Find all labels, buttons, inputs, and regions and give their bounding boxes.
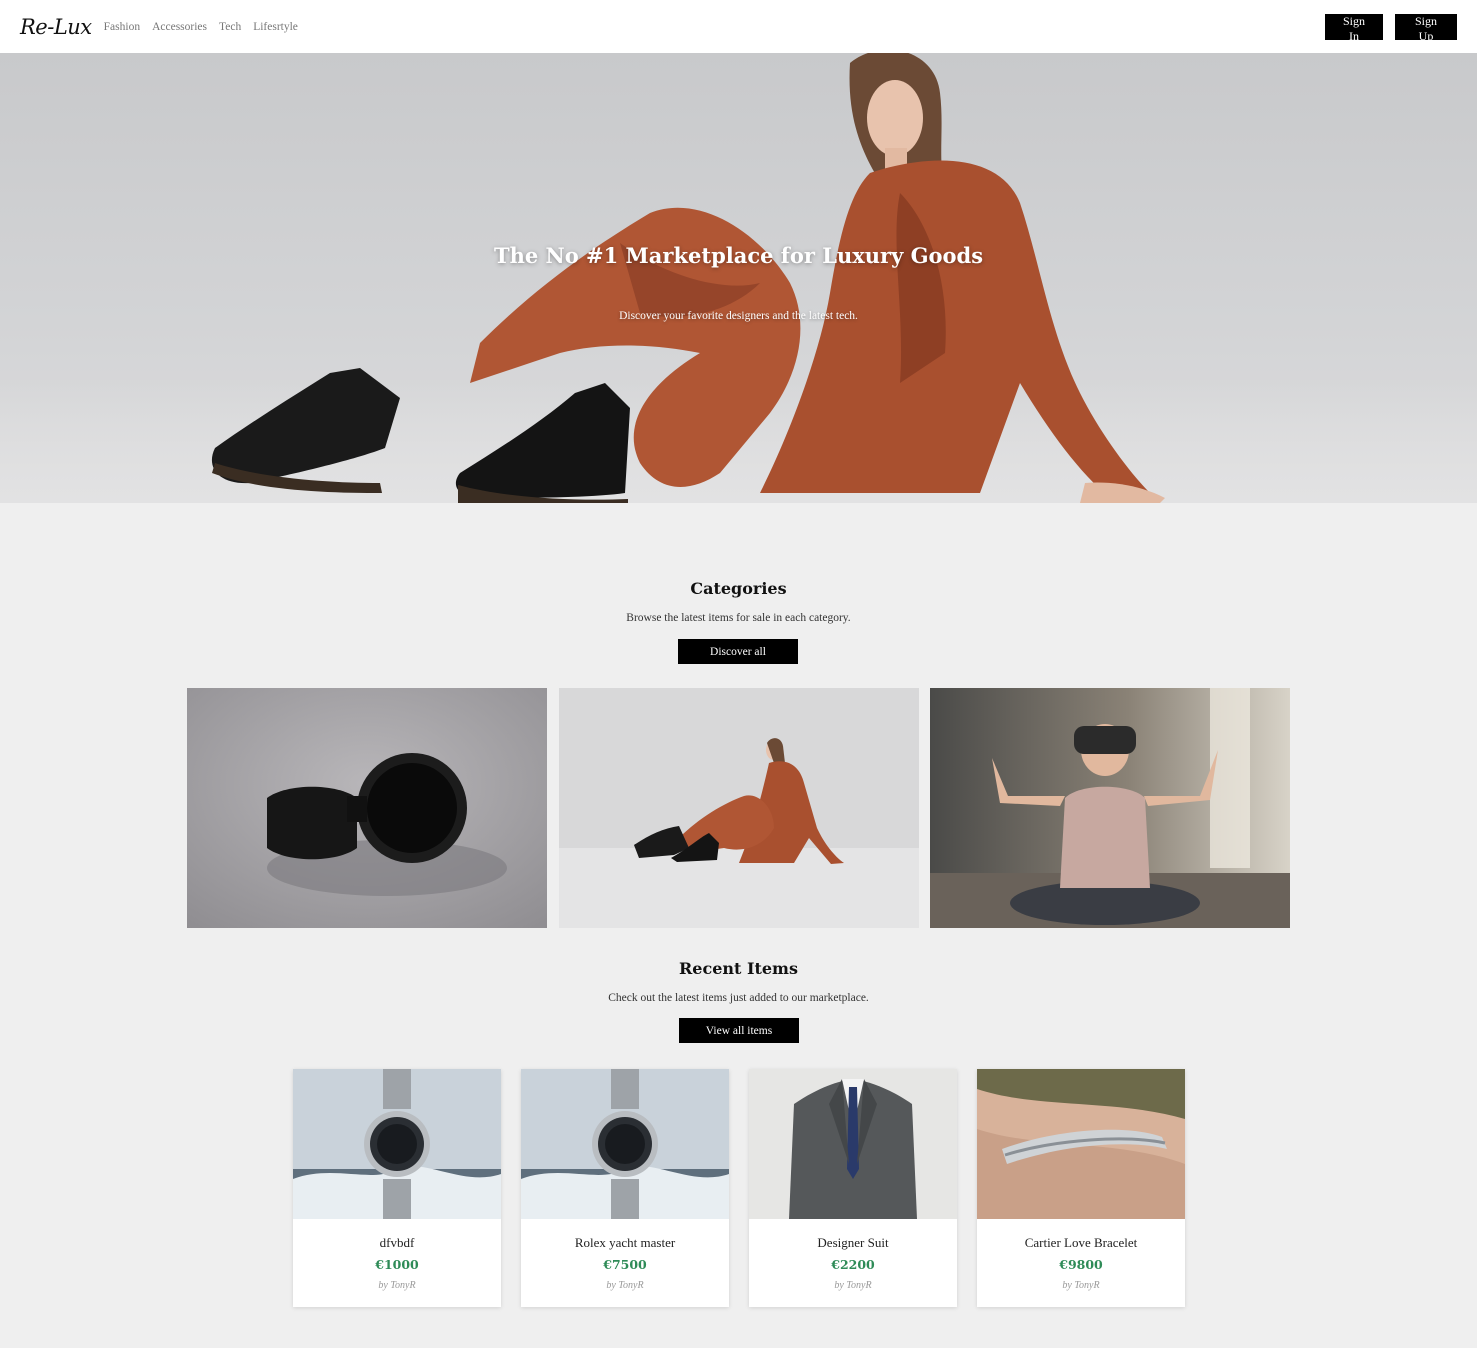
- category-tile-tech[interactable]: [930, 688, 1290, 928]
- product-price: €2200: [831, 1257, 875, 1272]
- categories-title: Categories: [690, 579, 787, 598]
- vr-headset-image: [930, 688, 1290, 928]
- product-name: dfvbdf: [379, 1235, 415, 1250]
- auth-buttons: Sign In Sign Up: [1325, 13, 1457, 43]
- sign-up-button[interactable]: Sign Up: [1395, 13, 1457, 43]
- product-card[interactable]: Designer Suit €2200 by TonyR: [749, 1069, 957, 1307]
- product-image: [749, 1069, 957, 1219]
- nav-link-fashion[interactable]: Fashion: [104, 21, 140, 33]
- hero-subtitle: Discover your favorite designers and the…: [619, 310, 858, 322]
- sign-in-button[interactable]: Sign In: [1325, 13, 1383, 43]
- product-price: €9800: [1059, 1257, 1103, 1272]
- product-seller: by TonyR: [606, 1280, 644, 1291]
- categories-subtitle: Browse the latest items for sale in each…: [626, 612, 851, 624]
- main-nav: Fashion Accessories Tech Lifesrtyle: [104, 21, 298, 33]
- view-all-items-button[interactable]: View all items: [679, 1018, 799, 1043]
- product-name: Cartier Love Bracelet: [1024, 1235, 1138, 1250]
- nav-link-tech[interactable]: Tech: [219, 21, 241, 33]
- navbar: Re-Lux Fashion Accessories Tech Lifesrty…: [0, 0, 1477, 53]
- product-card[interactable]: dfvbdf €1000 by TonyR: [293, 1069, 501, 1307]
- product-image: [521, 1069, 729, 1219]
- hero-model-image: [211, 53, 1165, 503]
- recent-items-subtitle: Check out the latest items just added to…: [608, 992, 869, 1004]
- product-card[interactable]: Cartier Love Bracelet €9800 by TonyR: [977, 1069, 1185, 1307]
- hero-banner: The No #1 Marketplace for Luxury Goods D…: [0, 53, 1477, 503]
- discover-all-button[interactable]: Discover all: [678, 639, 798, 664]
- product-card[interactable]: Rolex yacht master €7500 by TonyR: [521, 1069, 729, 1307]
- recent-items-title: Recent Items: [679, 959, 798, 978]
- hero-title: The No #1 Marketplace for Luxury Goods: [493, 243, 984, 268]
- logo[interactable]: Re-Lux: [20, 15, 92, 39]
- product-image: [977, 1069, 1185, 1219]
- product-seller: by TonyR: [834, 1280, 872, 1291]
- product-price: €1000: [375, 1257, 419, 1272]
- product-seller: by TonyR: [1062, 1280, 1100, 1291]
- product-seller: by TonyR: [378, 1280, 416, 1291]
- category-tile-fashion[interactable]: [559, 688, 919, 928]
- fashion-model-image: [559, 688, 919, 928]
- product-name: Rolex yacht master: [574, 1235, 676, 1250]
- category-tile-accessories[interactable]: [187, 688, 547, 928]
- nav-link-lifestyle[interactable]: Lifesrtyle: [253, 21, 298, 33]
- nav-link-accessories[interactable]: Accessories: [152, 21, 207, 33]
- product-price: €7500: [603, 1257, 647, 1272]
- product-image: [293, 1069, 501, 1219]
- smartwatch-image: [187, 688, 547, 928]
- product-name: Designer Suit: [817, 1235, 889, 1250]
